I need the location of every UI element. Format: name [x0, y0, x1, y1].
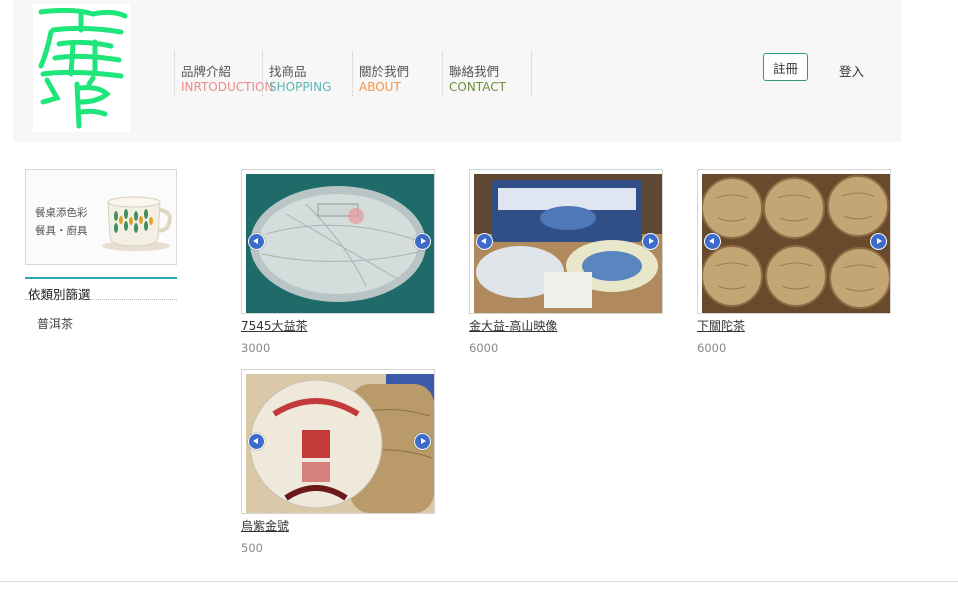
nav-brand-intro-en: INRTODUCTION: [181, 80, 274, 94]
banner-text: 餐桌添色彩 餐具・廚具: [35, 204, 88, 240]
previous-image-icon[interactable]: [704, 233, 721, 250]
nav-contact-label: 聯絡我們: [449, 64, 500, 79]
nav-contact-en: CONTACT: [449, 80, 506, 94]
banner-line-2: 餐具・廚具: [35, 225, 88, 237]
next-image-icon[interactable]: [642, 233, 659, 250]
nav-shopping-label: 找商品: [269, 64, 307, 79]
nav-shopping[interactable]: 找商品 SHOPPING: [262, 52, 352, 96]
product-price: 6000: [697, 341, 727, 355]
nav-contact[interactable]: 聯絡我們 CONTACT: [442, 52, 532, 96]
next-image-icon[interactable]: [870, 233, 887, 250]
product-thumbnail[interactable]: [241, 369, 435, 514]
product-name[interactable]: 金大益-高山映像: [469, 317, 557, 334]
nav-brand-intro-label: 品牌介紹: [181, 64, 232, 79]
product-price: 3000: [241, 341, 271, 355]
category-filter-heading: 依類別篩選: [25, 277, 177, 302]
next-image-icon[interactable]: [414, 433, 431, 450]
nav-shopping-en: SHOPPING: [269, 80, 332, 94]
previous-image-icon[interactable]: [476, 233, 493, 250]
nav-about-label: 關於我們: [359, 64, 410, 79]
product-photo: [702, 174, 890, 313]
product-name[interactable]: 烏紫金號: [241, 517, 289, 534]
product-photo: [246, 374, 434, 513]
brand-logo[interactable]: [33, 4, 130, 132]
tableware-banner[interactable]: 餐桌添色彩 餐具・廚具: [25, 169, 177, 265]
nav-about-en: ABOUT: [359, 80, 401, 94]
category-pu-erh[interactable]: 普洱茶: [37, 315, 73, 332]
product-photo: [246, 174, 434, 313]
footer-divider: [0, 581, 958, 582]
previous-image-icon[interactable]: [248, 433, 265, 450]
banner-line-1: 餐桌添色彩: [35, 207, 88, 219]
nav-about[interactable]: 關於我們 ABOUT: [352, 52, 442, 96]
product-thumbnail[interactable]: [469, 169, 663, 314]
nav-brand-intro[interactable]: 品牌介紹 INRTODUCTION: [174, 52, 273, 96]
next-image-icon[interactable]: [414, 233, 431, 250]
product-photo: [474, 174, 662, 313]
product-thumbnail[interactable]: [241, 169, 435, 314]
previous-image-icon[interactable]: [248, 233, 265, 250]
register-button[interactable]: 註冊: [763, 53, 808, 81]
category-filter-title: 依類別篩選: [28, 287, 91, 302]
cup-image: [102, 196, 172, 251]
login-link[interactable]: 登入: [839, 61, 864, 80]
product-price: 500: [241, 541, 263, 555]
product-price: 6000: [469, 341, 499, 355]
product-name[interactable]: 下關陀茶: [697, 317, 745, 334]
product-name[interactable]: 7545大益茶: [241, 317, 308, 334]
product-thumbnail[interactable]: [697, 169, 891, 314]
